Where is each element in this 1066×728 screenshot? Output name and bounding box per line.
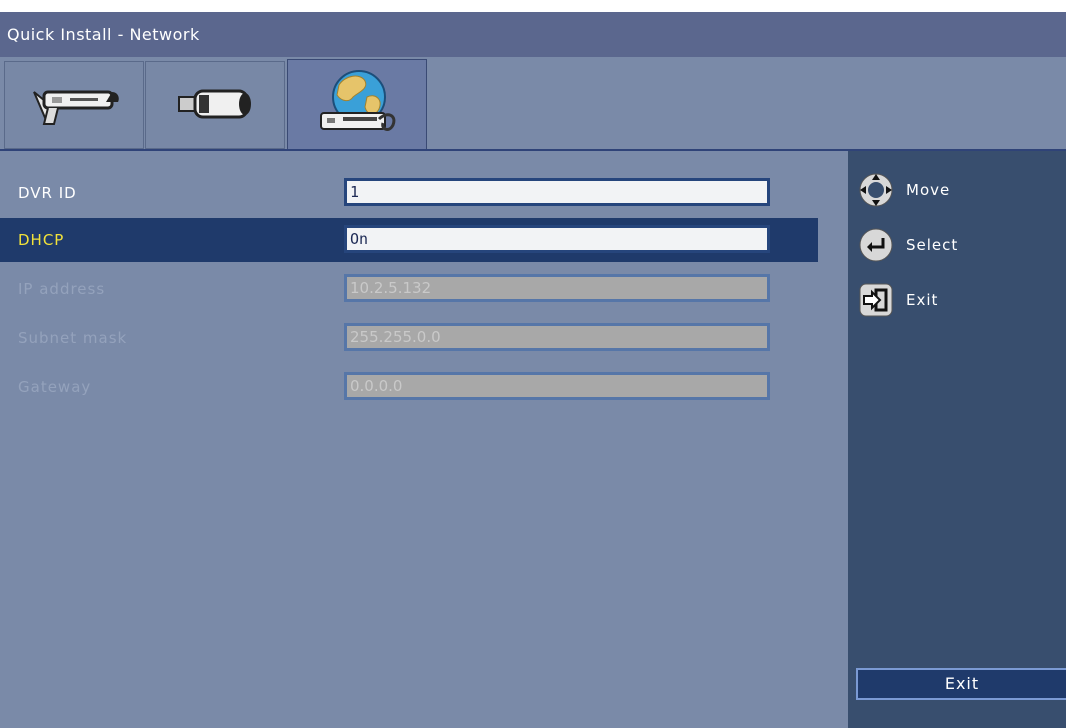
quick-install-window: Quick Install - Network DVR ID 1 DHCP On…: [0, 12, 1066, 728]
exit-button[interactable]: Exit: [856, 668, 1066, 700]
tab-camera[interactable]: [145, 61, 285, 149]
hint-exit-label: Exit: [906, 291, 939, 309]
enter-select-icon: [858, 227, 894, 263]
dhcp-field[interactable]: On: [344, 225, 770, 253]
dvr-id-label: DVR ID: [18, 184, 77, 202]
ip-address-field: 10.2.5.132: [344, 274, 770, 302]
exit-door-icon: [858, 282, 894, 318]
ip-address-row: IP address 10.2.5.132: [0, 267, 818, 311]
globe-network-icon: [320, 70, 396, 131]
gateway-row: Gateway 0.0.0.0: [0, 365, 818, 409]
key-hint-panel: Move Select Exit Exit: [848, 151, 1066, 728]
window-title: Quick Install - Network: [0, 12, 1066, 57]
subnet-mask-field: 255.255.0.0: [344, 323, 770, 351]
hint-move: Move: [858, 172, 1058, 208]
dvr-id-field[interactable]: 1: [344, 178, 770, 206]
subnet-mask-row: Subnet mask 255.255.0.0: [0, 316, 818, 360]
gateway-field: 0.0.0.0: [344, 372, 770, 400]
hint-move-label: Move: [906, 181, 951, 199]
tab-strip: [0, 57, 1066, 150]
network-form: DVR ID 1 DHCP On IP address 10.2.5.132 S…: [0, 151, 848, 728]
ip-address-label: IP address: [18, 280, 106, 298]
tab-network[interactable]: [287, 59, 427, 150]
tab-general[interactable]: [4, 61, 144, 149]
hint-exit: Exit: [858, 282, 1058, 318]
hint-select: Select: [858, 227, 1058, 263]
gateway-label: Gateway: [18, 378, 92, 396]
dhcp-row[interactable]: DHCP On: [0, 218, 818, 262]
dhcp-label: DHCP: [18, 231, 65, 249]
move-dpad-icon: [858, 172, 894, 208]
subnet-mask-label: Subnet mask: [18, 329, 128, 347]
camera-icon: [178, 89, 251, 119]
dvr-id-row[interactable]: DVR ID 1: [0, 171, 818, 215]
wrench-dvr-icon: [33, 90, 119, 125]
hint-select-label: Select: [906, 236, 959, 254]
